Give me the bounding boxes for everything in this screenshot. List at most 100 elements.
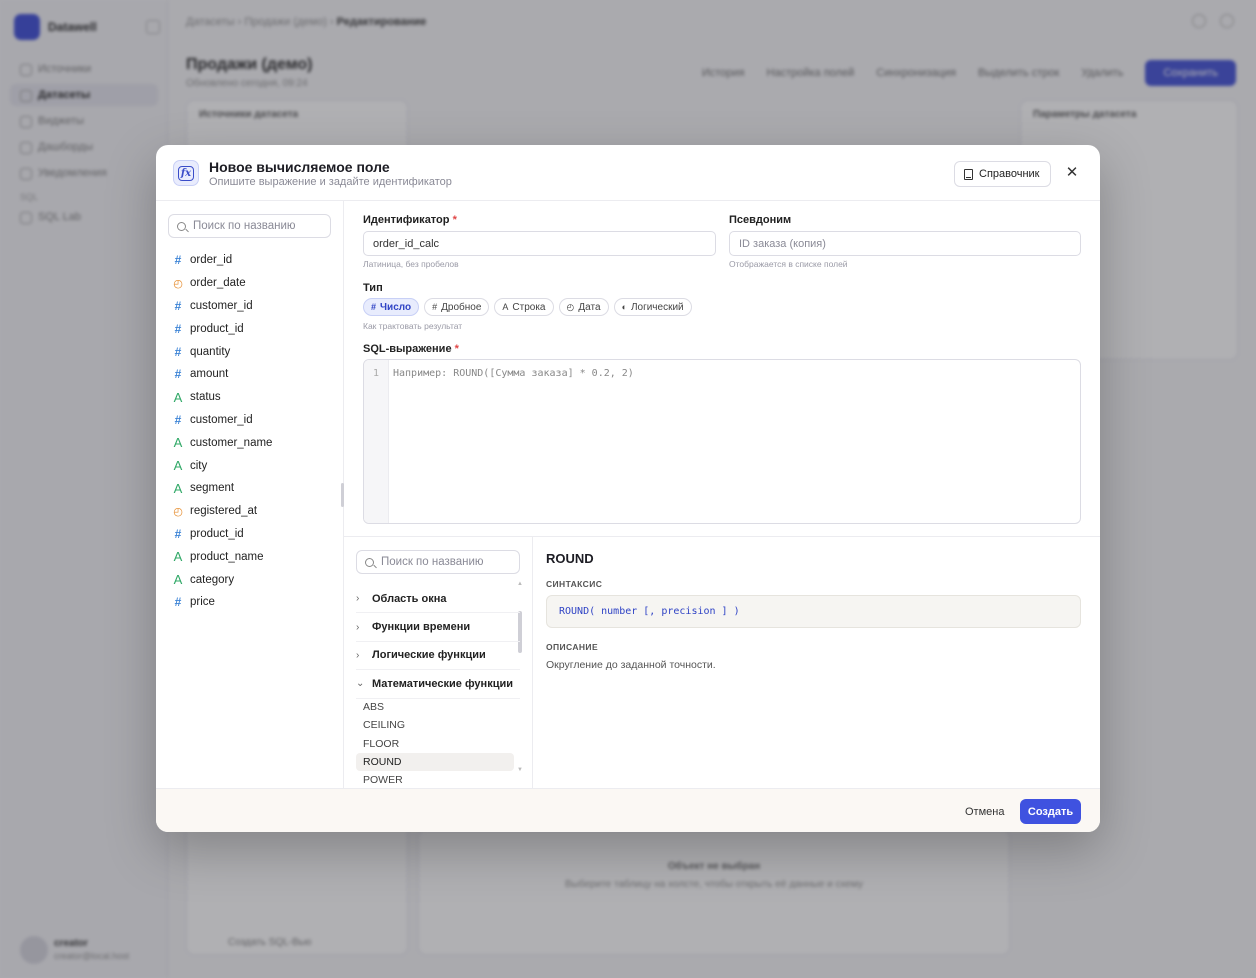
function-search[interactable]: [356, 550, 520, 574]
date-type-icon: ◴: [173, 277, 183, 290]
field-item-registered-at[interactable]: ◴ registered_at: [172, 500, 332, 523]
field-item-customer-name[interactable]: Acustomer_name: [172, 431, 332, 454]
identifier-hint: Латиница, без пробелов: [363, 259, 459, 269]
category-item[interactable]: › Логические функции: [356, 642, 520, 671]
search-icon: [177, 221, 186, 231]
function-list-pane: ▲ ›Область окна›Функции времени›Логическ…: [344, 537, 533, 788]
sql-label-text: SQL-выражение: [363, 343, 452, 355]
identifier-label-text: Идентификатор: [363, 214, 450, 226]
chevron-right-icon: ›: [356, 621, 360, 633]
field-item-city[interactable]: Acity: [172, 454, 332, 477]
function-list: ABS CEILING FLOOR ROUND POWER: [356, 698, 514, 789]
type-hint: Как трактовать результат: [363, 321, 463, 331]
field-search-input[interactable]: [193, 220, 330, 232]
field-item-customer-id[interactable]: # customer_id: [172, 295, 332, 318]
modal-title: Новое вычисляемое поле: [209, 159, 390, 175]
string-type-icon: A: [173, 549, 183, 565]
field-item-amount[interactable]: # amount: [172, 363, 332, 386]
sql-editor[interactable]: 1 Например: ROUND([Сумма заказа] * 0.2, …: [363, 359, 1081, 524]
function-item-power[interactable]: POWER: [356, 771, 514, 789]
field-name: product_name: [190, 550, 264, 563]
type-chip-label: Дата: [578, 301, 601, 313]
alias-input[interactable]: [729, 231, 1081, 256]
field-item-product-id[interactable]: # product_id: [172, 523, 332, 546]
function-description: Округление до заданной точности.: [546, 659, 716, 671]
type-date-chip[interactable]: ◴ Дата: [558, 298, 609, 316]
identifier-label: Идентификатор *: [363, 214, 457, 226]
search-icon: [365, 557, 374, 567]
function-item-abs[interactable]: ABS: [356, 698, 514, 716]
field-name: price: [190, 596, 215, 609]
string-type-icon: A: [173, 435, 183, 451]
alias-label: Псевдоним: [729, 214, 792, 226]
cancel-button[interactable]: Отмена: [955, 800, 1014, 824]
description-label: ОПИСАНИЕ: [546, 642, 599, 652]
number-type-icon: #: [174, 367, 182, 382]
type-number-icon: #: [371, 302, 377, 312]
string-type-icon: A: [173, 458, 183, 474]
field-item-status[interactable]: Astatus: [172, 386, 332, 409]
identifier-input[interactable]: [363, 231, 716, 256]
chevron-right-icon: ›: [356, 593, 360, 605]
type-chip-label: Число: [380, 301, 412, 313]
function-name: ROUND: [546, 551, 594, 566]
function-item-floor[interactable]: FLOOR: [356, 735, 514, 753]
field-name: product_id: [190, 527, 244, 540]
chevron-down-icon: ⌄: [356, 678, 365, 690]
field-list: # order_id ◴ order_date # customer_id # product…: [172, 249, 332, 614]
type-number-chip[interactable]: # Число: [363, 298, 420, 316]
function-icon: fx: [173, 160, 199, 186]
close-icon[interactable]: ✕: [1062, 163, 1082, 183]
create-button[interactable]: Создать: [1020, 799, 1081, 824]
chevron-right-icon: ›: [356, 649, 360, 661]
field-item-product-name[interactable]: Aproduct_name: [172, 545, 332, 568]
modal-subtitle: Опишите выражение и задайте идентификато…: [209, 176, 452, 188]
field-item-customer-id[interactable]: # customer_id: [172, 409, 332, 432]
type-decimal-chip[interactable]: # Дробное: [424, 298, 490, 316]
modal-footer: Отмена Создать: [156, 788, 1100, 832]
function-search-input[interactable]: [381, 556, 519, 568]
sql-placeholder: Например: ROUND([Сумма заказа] * 0.2, 2): [393, 368, 634, 379]
field-item-product-id[interactable]: # product_id: [172, 317, 332, 340]
field-name: segment: [190, 482, 235, 495]
category-list: › Область окна › Функции времени › Логические…: [356, 585, 520, 699]
function-item-round[interactable]: ROUND: [356, 752, 514, 772]
field-name: registered_at: [190, 505, 258, 518]
syntax-code: ROUND( number [, precision ] ): [546, 595, 1081, 628]
type-string-chip[interactable]: A Строка: [494, 298, 554, 316]
type-boolean-chip[interactable]: ◐ Логический: [613, 298, 692, 316]
field-item-category[interactable]: Acategory: [172, 568, 332, 591]
number-type-icon: #: [174, 526, 182, 541]
field-list-pane: # order_id ◴ order_date # customer_id # product…: [156, 201, 344, 788]
date-type-icon: ◴: [173, 505, 183, 518]
field-item-order-id[interactable]: # order_id: [172, 249, 332, 272]
string-type-icon: A: [173, 572, 183, 588]
alias-hint: Отображается в списке полей: [729, 259, 848, 269]
string-type-icon: A: [173, 389, 183, 405]
field-item-order-date[interactable]: ◴ order_date: [172, 272, 332, 295]
required-mark: *: [452, 214, 457, 226]
field-item-segment[interactable]: Asegment: [172, 477, 332, 500]
field-name: order_date: [190, 277, 246, 290]
number-type-icon: #: [174, 412, 182, 427]
reference-button[interactable]: Справочник: [954, 161, 1051, 187]
field-search[interactable]: [168, 214, 331, 238]
field-item-quantity[interactable]: # quantity: [172, 340, 332, 363]
category-label: Математические функции: [372, 677, 513, 690]
category-item[interactable]: ⌄ Математические функции: [356, 670, 520, 699]
reference-button-label: Справочник: [979, 168, 1040, 180]
sql-label: SQL-выражение *: [363, 343, 459, 355]
type-label: Тип: [363, 282, 383, 294]
number-type-icon: #: [174, 253, 182, 268]
category-item[interactable]: › Функции времени: [356, 613, 520, 642]
function-item-ceiling[interactable]: CEILING: [356, 716, 514, 734]
category-label: Функции времени: [372, 621, 471, 634]
calculated-field-modal: fx Новое вычисляемое поле Опишите выраже…: [156, 145, 1100, 832]
category-item[interactable]: › Область окна: [356, 585, 520, 614]
scroll-down-icon[interactable]: ▼: [517, 767, 523, 773]
field-item-price[interactable]: # price: [172, 591, 332, 614]
type-chip-label: Строка: [512, 301, 546, 313]
line-number: 1: [364, 360, 389, 523]
field-name: amount: [190, 368, 229, 381]
type-chip-label: Дробное: [441, 301, 482, 313]
